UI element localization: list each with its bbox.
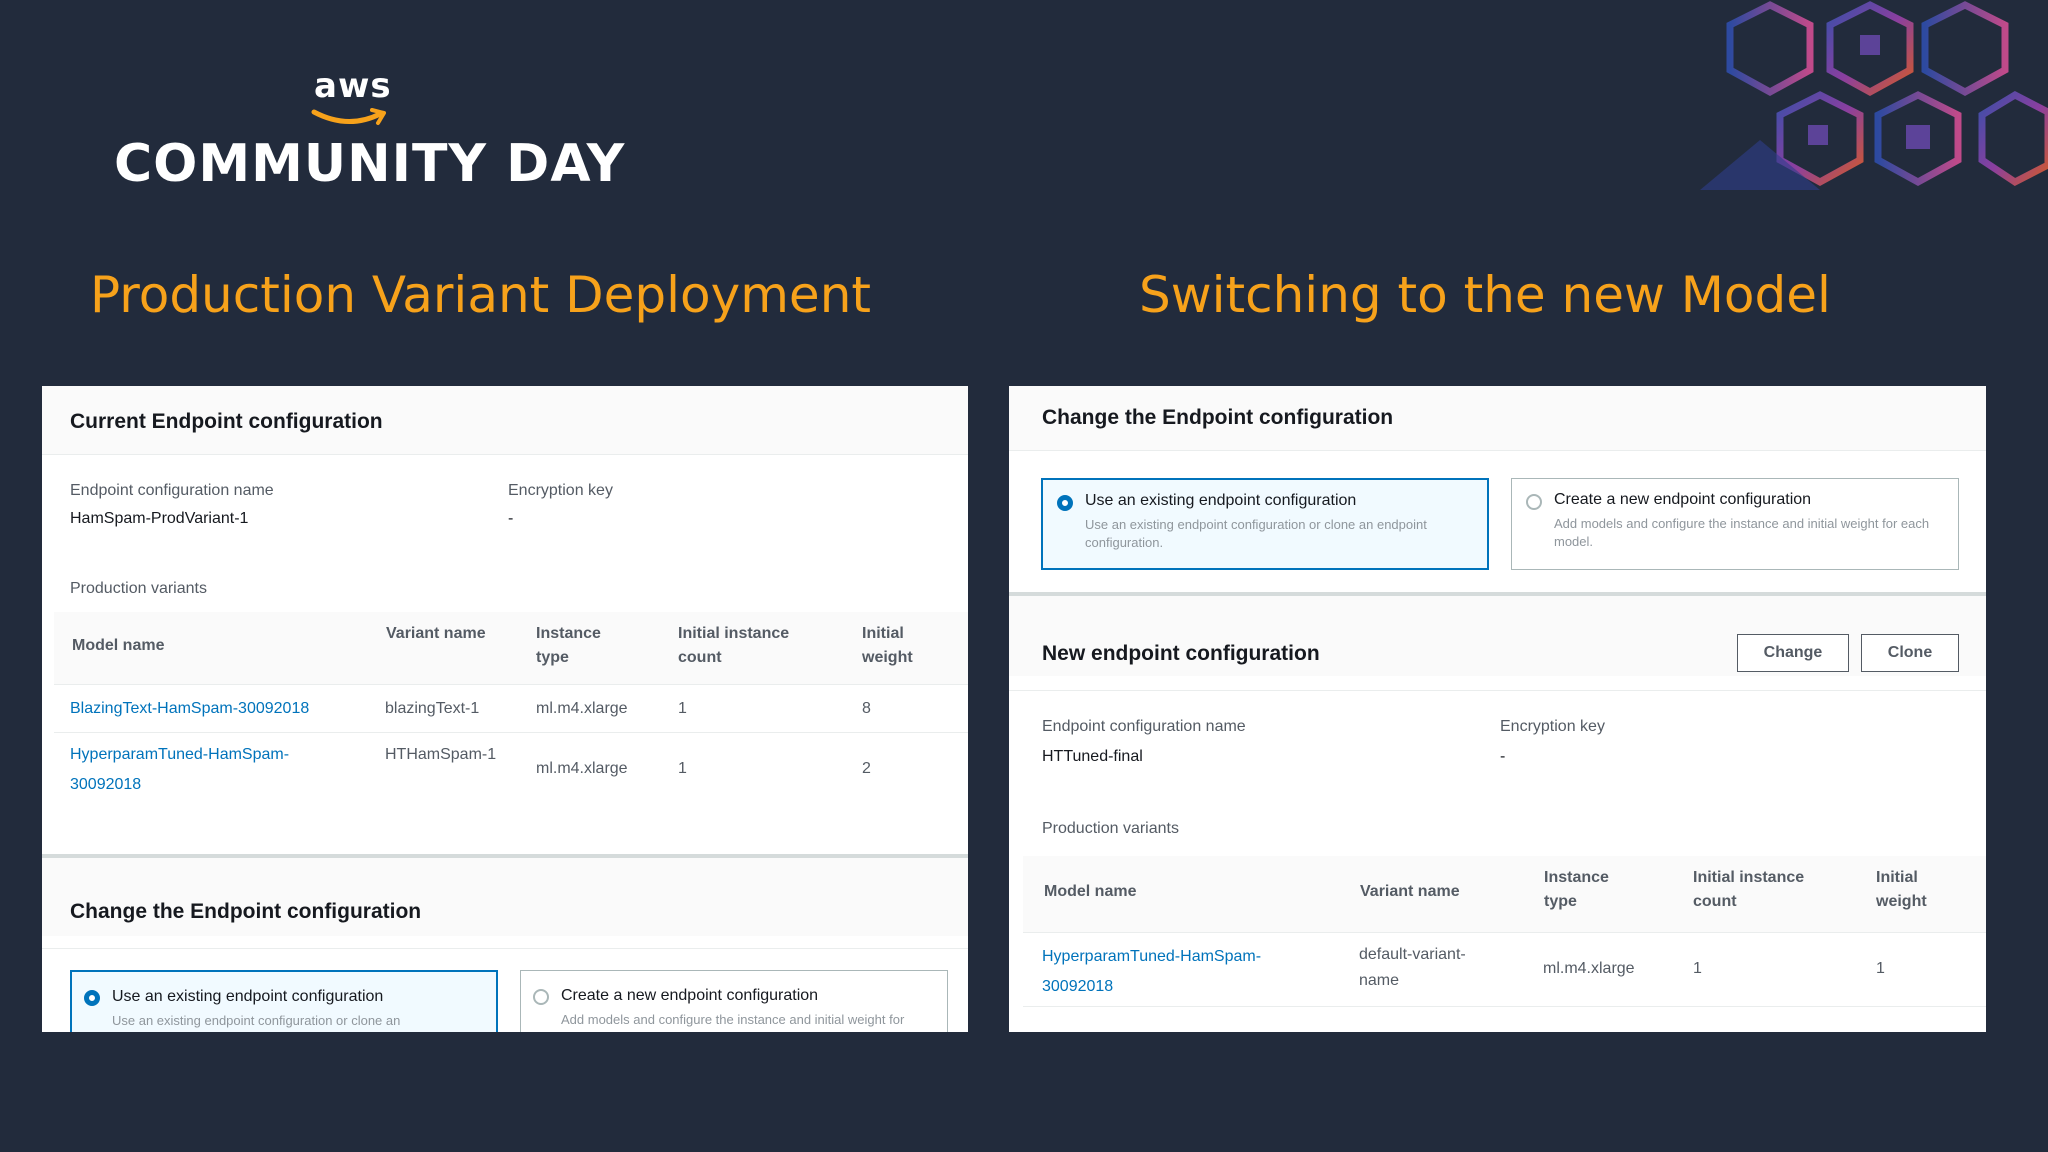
table-cell-variant: HTHamSpam-1: [385, 746, 497, 763]
current-config-title: Current Endpoint configuration: [70, 410, 383, 433]
radio-unselected-icon[interactable]: [533, 989, 549, 1005]
col-instance-type: Instance type: [1544, 869, 1609, 910]
table-header-band: [1023, 856, 1986, 932]
switch-endpoint-panel: Change the Endpoint configuration Use an…: [1009, 386, 1986, 1032]
change-button[interactable]: Change: [1737, 634, 1849, 672]
option-create-new[interactable]: Create a new endpoint configuration Add …: [520, 970, 948, 1032]
option-description: Add models and configure the instance an…: [561, 1012, 905, 1032]
change-header-band: [42, 858, 968, 936]
heading-switching-new-model: Switching to the new Model: [1139, 266, 1831, 324]
table-cell-variant: blazingText-1: [385, 700, 480, 717]
model-link-hyperparamtuned[interactable]: HyperparamTuned-HamSpam-30092018: [70, 740, 340, 800]
table-cell-weight: 1: [1876, 960, 1885, 977]
model-link-hyperparamtuned[interactable]: HyperparamTuned-HamSpam-30092018: [1042, 942, 1312, 1002]
encryption-key-label: Encryption key: [508, 482, 613, 499]
table-cell-count: 1: [678, 700, 687, 717]
encryption-key-label: Encryption key: [1500, 718, 1605, 735]
divider: [42, 454, 968, 455]
col-initial-weight: Initial weight: [1876, 869, 1927, 910]
table-cell-instance: ml.m4.xlarge: [536, 700, 628, 717]
option-use-existing[interactable]: Use an existing endpoint configuration U…: [1041, 478, 1489, 570]
config-name-value: HTTuned-final: [1042, 748, 1143, 765]
new-config-title: New endpoint configuration: [1042, 642, 1320, 665]
option-description: Use an existing endpoint configuration o…: [1085, 517, 1427, 550]
divider: [1009, 690, 1986, 691]
event-title: COMMUNITY DAY: [114, 134, 626, 194]
current-endpoint-panel: Current Endpoint configuration Endpoint …: [42, 386, 968, 1032]
radio-selected-icon[interactable]: [84, 990, 100, 1006]
encryption-key-value: -: [508, 510, 514, 527]
divider: [1023, 1006, 1986, 1007]
option-title: Use an existing endpoint configuration: [112, 988, 384, 1005]
heading-production-variant-deployment: Production Variant Deployment: [90, 266, 871, 324]
table-cell-count: 1: [1693, 960, 1702, 977]
option-title: Create a new endpoint configuration: [561, 987, 819, 1004]
option-description: Use an existing endpoint configuration o…: [112, 1013, 401, 1032]
config-name-label: Endpoint configuration name: [70, 482, 274, 499]
table-cell-weight: 8: [862, 700, 871, 717]
option-use-existing[interactable]: Use an existing endpoint configuration U…: [70, 970, 498, 1032]
option-title: Use an existing endpoint configuration: [1085, 492, 1357, 509]
production-variants-label: Production variants: [70, 580, 207, 597]
aws-wordmark: aws: [314, 66, 392, 106]
option-title: Create a new endpoint configuration: [1554, 491, 1812, 508]
table-cell-instance: ml.m4.xlarge: [1543, 960, 1635, 977]
divider: [1023, 932, 1986, 933]
table-cell-weight: 2: [862, 760, 871, 777]
change-config-title: Change the Endpoint configuration: [70, 900, 422, 923]
option-description: Add models and configure the instance an…: [1554, 516, 1930, 549]
col-variant-name: Variant name: [1360, 883, 1460, 900]
config-name-label: Endpoint configuration name: [1042, 718, 1246, 735]
hexagon-pattern-icon: [1700, 1, 2048, 190]
config-name-value: HamSpam-ProdVariant-1: [70, 510, 249, 527]
col-initial-instance-count: Initial instance count: [678, 625, 790, 666]
encryption-key-value: -: [1500, 748, 1506, 765]
aws-smile-icon: [311, 108, 386, 125]
clone-button[interactable]: Clone: [1861, 634, 1959, 672]
col-model-name: Model name: [1044, 883, 1137, 900]
table-header-band: [54, 612, 968, 684]
table-cell-count: 1: [678, 760, 687, 777]
radio-selected-icon[interactable]: [1057, 495, 1073, 511]
col-instance-type: Instance type: [536, 625, 601, 666]
model-link-blazingtext[interactable]: BlazingText-HamSpam-30092018: [70, 694, 370, 724]
divider: [54, 732, 968, 733]
col-initial-weight: Initial weight: [862, 625, 913, 666]
table-cell-variant: default-variant-name: [1359, 946, 1466, 989]
table-cell-instance: ml.m4.xlarge: [536, 760, 628, 777]
divider: [42, 948, 968, 949]
option-create-new[interactable]: Create a new endpoint configuration Add …: [1511, 478, 1959, 570]
col-initial-instance-count: Initial instance count: [1693, 869, 1805, 910]
col-model-name: Model name: [72, 637, 165, 654]
divider: [1009, 450, 1986, 451]
production-variants-label: Production variants: [1042, 820, 1179, 837]
col-variant-name: Variant name: [386, 625, 486, 642]
radio-unselected-icon[interactable]: [1526, 494, 1542, 510]
change-config-title: Change the Endpoint configuration: [1042, 406, 1394, 429]
divider: [54, 684, 968, 685]
